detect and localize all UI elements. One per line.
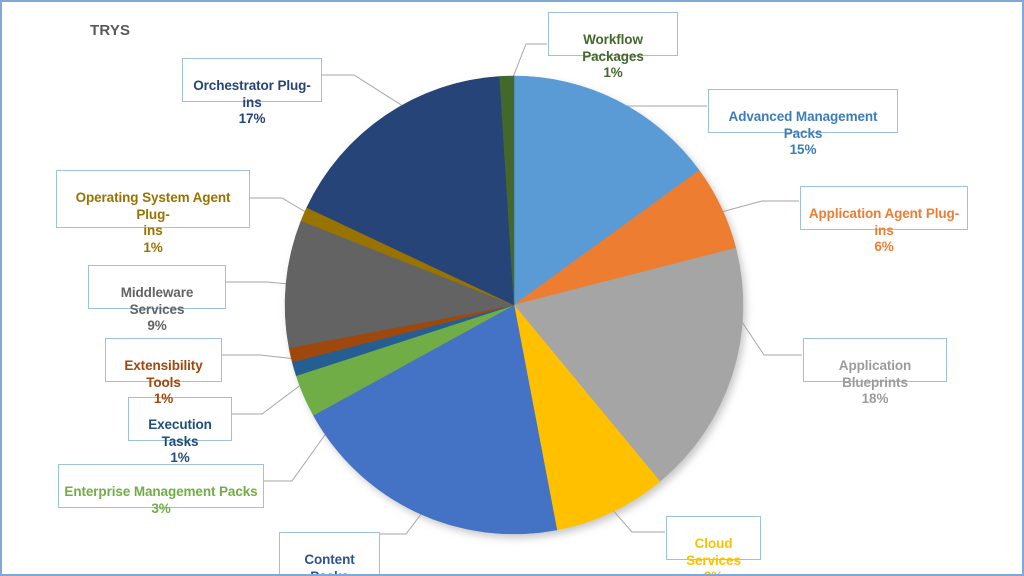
data-label-value: 1% (170, 450, 190, 466)
data-label-application-agent-plug-ins: Application Agent Plug-ins 6% (800, 186, 968, 254)
data-label-name: Orchestrator Plug-ins (193, 78, 311, 110)
data-label-value: 15% (789, 142, 817, 158)
data-label-operating-system-agent-plug-ins: Operating System Agent Plug- ins 1% (56, 170, 250, 255)
data-label-advanced-management-packs: Advanced Management Packs 15% (708, 89, 898, 157)
data-label-name: Enterprise Management Packs (64, 484, 258, 500)
data-label-value: 1% (153, 391, 174, 407)
data-label-value: 1% (603, 65, 623, 81)
data-label-content-packs: Content Packs 20% (279, 532, 380, 574)
data-label-cloud-services: Cloud Services 8% (666, 516, 761, 574)
data-label-workflow-packages: Workflow Packages 1% (548, 12, 678, 80)
data-label-value: 3% (151, 500, 171, 516)
data-label-orchestrator-plug-ins: Orchestrator Plug-ins 17% (182, 58, 322, 126)
data-label-value: 6% (874, 239, 894, 255)
data-label-name: Middleware Services (120, 285, 194, 317)
data-label-value: 17% (238, 111, 266, 127)
data-label-name: Content Packs (304, 552, 355, 574)
chart-screenshot: TRYS Workflow Packages 1% Advanced Manag… (0, 0, 1024, 576)
data-label-name: Operating System Agent Plug- ins (75, 190, 231, 239)
data-label-name: Workflow Packages (582, 32, 644, 64)
data-label-value: 1% (143, 239, 163, 255)
data-label-name: Application Blueprints (838, 358, 912, 390)
data-label-name: Application Agent Plug-ins (808, 206, 960, 238)
data-label-value: 8% (671, 569, 756, 574)
data-label-value: 9% (147, 318, 167, 334)
data-label-name: Advanced Management Packs (728, 109, 878, 141)
data-label-application-blueprints: Application Blueprints 18% (803, 338, 947, 406)
data-label-name: Cloud Services (686, 536, 741, 568)
data-label-value: 18% (861, 391, 889, 407)
data-label-name: Extensibility Tools (124, 358, 203, 390)
